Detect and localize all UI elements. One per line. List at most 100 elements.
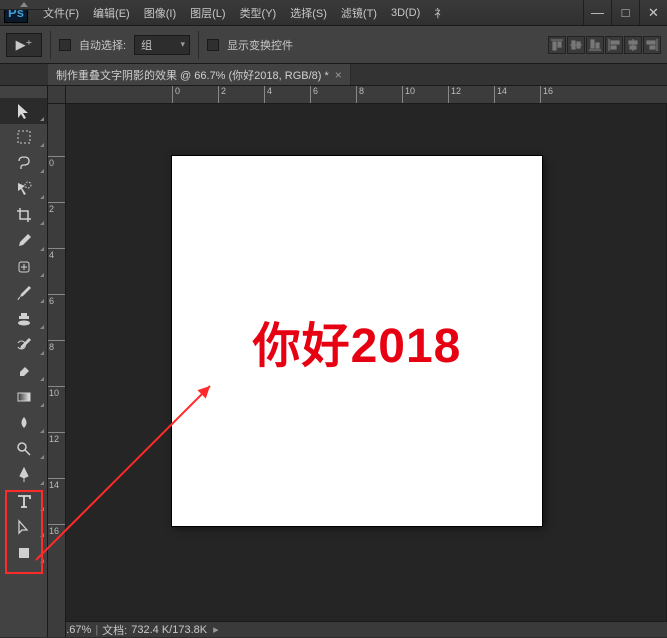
flyout-indicator-icon <box>40 351 44 355</box>
ruler-tick: 6 <box>310 86 318 103</box>
menu-select[interactable]: 选择(S) <box>283 0 334 25</box>
flyout-indicator-icon <box>40 455 44 459</box>
status-bar: 66.67% | 文档: 732.4 K/173.8K ▸ <box>48 621 667 637</box>
ruler-tick: 6 <box>48 294 65 306</box>
close-button[interactable]: ✕ <box>639 0 667 25</box>
ruler-vertical[interactable]: 0 2 4 6 8 10 12 14 16 <box>48 104 66 637</box>
auto-select-label: 自动选择: <box>79 37 126 53</box>
type-tool[interactable] <box>0 488 47 514</box>
auto-select-target-dropdown[interactable]: 组 <box>134 35 190 55</box>
doc-info-value[interactable]: 732.4 K/173.8K <box>131 624 207 636</box>
dodge-tool[interactable] <box>0 436 47 462</box>
history-brush-tool[interactable] <box>0 332 47 358</box>
lasso-tool[interactable] <box>0 150 47 176</box>
divider: | <box>95 624 98 636</box>
document-tab-strip: 制作重叠文字阴影的效果 @ 66.7% (你好2018, RGB/8) * × <box>0 64 667 86</box>
ruler-horizontal[interactable]: 0 2 4 6 8 10 12 14 16 <box>66 86 667 104</box>
clone-stamp-tool[interactable] <box>0 306 47 332</box>
flyout-indicator-icon <box>40 299 44 303</box>
flyout-indicator-icon <box>40 221 44 225</box>
align-hcenter-icon[interactable] <box>624 36 642 54</box>
flyout-indicator-icon <box>40 507 44 511</box>
window-controls: — □ ✕ <box>583 0 667 25</box>
brush-tool[interactable] <box>0 280 47 306</box>
flyout-indicator-icon <box>40 403 44 407</box>
eyedropper-tool[interactable] <box>0 228 47 254</box>
show-transform-controls-label: 显示变换控件 <box>227 37 293 53</box>
marquee-tool[interactable] <box>0 124 47 150</box>
crop-tool[interactable] <box>0 202 47 228</box>
tools-panel <box>0 86 48 637</box>
menu-layer[interactable]: 图层(L) <box>183 0 232 25</box>
flyout-indicator-icon <box>40 377 44 381</box>
ruler-tick: 14 <box>48 478 65 490</box>
flyout-indicator-icon <box>40 247 44 251</box>
pen-tool[interactable] <box>0 462 47 488</box>
maximize-button[interactable]: □ <box>611 0 639 25</box>
shape-tool[interactable] <box>0 540 47 566</box>
viewport[interactable]: 你好2018 <box>66 104 667 621</box>
main-area: 0 2 4 6 8 10 12 14 16 0 2 4 6 8 10 12 14… <box>0 86 667 637</box>
text-layer[interactable]: 你好2018 <box>253 306 462 376</box>
menu-trunc[interactable]: 礻 <box>427 0 452 25</box>
divider <box>198 31 199 59</box>
menu-3d[interactable]: 3D(D) <box>384 0 427 25</box>
flyout-indicator-icon <box>40 481 44 485</box>
minimize-button[interactable]: — <box>583 0 611 25</box>
ruler-tick: 4 <box>48 248 65 260</box>
align-buttons <box>548 36 661 54</box>
flyout-indicator-icon <box>40 117 44 121</box>
auto-select-target-value: 组 <box>141 37 152 53</box>
path-select-tool[interactable] <box>0 514 47 540</box>
tool-preset-picker[interactable]: ▶⁺ <box>6 33 42 57</box>
flyout-indicator-icon <box>40 143 44 147</box>
menu-bar: Ps 文件(F) 编辑(E) 图像(I) 图层(L) 类型(Y) 选择(S) 滤… <box>0 0 667 26</box>
gradient-tool[interactable] <box>0 384 47 410</box>
options-bar: ▶⁺ 自动选择: 组 显示变换控件 <box>0 26 667 64</box>
ruler-tick: 0 <box>48 156 65 168</box>
doc-info-flyout-icon[interactable]: ▸ <box>213 623 219 636</box>
blur-tool[interactable] <box>0 410 47 436</box>
ruler-tick: 16 <box>48 524 65 536</box>
document-tab-title: 制作重叠文字阴影的效果 @ 66.7% (你好2018, RGB/8) * <box>56 67 329 83</box>
canvas-area: 0 2 4 6 8 10 12 14 16 0 2 4 6 8 10 12 14… <box>48 86 667 637</box>
ruler-tick: 12 <box>48 432 65 444</box>
document-tab-close-icon[interactable]: × <box>335 68 342 82</box>
move-tool[interactable] <box>0 98 47 124</box>
flyout-indicator-icon <box>40 533 44 537</box>
ruler-tick: 8 <box>356 86 364 103</box>
auto-select-checkbox[interactable] <box>59 39 71 51</box>
ruler-tick: 8 <box>48 340 65 352</box>
ruler-tick: 14 <box>494 86 507 103</box>
align-right-icon[interactable] <box>643 36 661 54</box>
menu-image[interactable]: 图像(I) <box>137 0 183 25</box>
ruler-tick: 12 <box>448 86 461 103</box>
menu-filter[interactable]: 滤镜(T) <box>334 0 384 25</box>
doc-info-label: 文档: <box>102 622 127 638</box>
eraser-tool[interactable] <box>0 358 47 384</box>
divider <box>50 31 51 59</box>
flyout-indicator-icon <box>40 429 44 433</box>
flyout-indicator-icon <box>40 273 44 277</box>
show-transform-controls-checkbox[interactable] <box>207 39 219 51</box>
menu-edit[interactable]: 编辑(E) <box>86 0 137 25</box>
ruler-tick: 16 <box>540 86 553 103</box>
menu-type[interactable]: 类型(Y) <box>233 0 284 25</box>
ruler-tick: 10 <box>48 386 65 398</box>
flyout-indicator-icon <box>40 169 44 173</box>
quick-select-tool[interactable] <box>0 176 47 202</box>
ruler-tick: 0 <box>172 86 180 103</box>
ruler-tick: 2 <box>218 86 226 103</box>
align-left-icon[interactable] <box>605 36 623 54</box>
align-vcenter-icon[interactable] <box>567 36 585 54</box>
ruler-tick: 2 <box>48 202 65 214</box>
ruler-tick: 4 <box>264 86 272 103</box>
document-canvas[interactable]: 你好2018 <box>172 156 542 526</box>
document-tab[interactable]: 制作重叠文字阴影的效果 @ 66.7% (你好2018, RGB/8) * × <box>48 64 351 85</box>
ruler-origin[interactable] <box>48 86 66 104</box>
tools-panel-collapse-handle[interactable] <box>0 0 48 10</box>
ruler-tick: 10 <box>402 86 415 103</box>
align-bottom-icon[interactable] <box>586 36 604 54</box>
align-top-icon[interactable] <box>548 36 566 54</box>
healing-brush-tool[interactable] <box>0 254 47 280</box>
